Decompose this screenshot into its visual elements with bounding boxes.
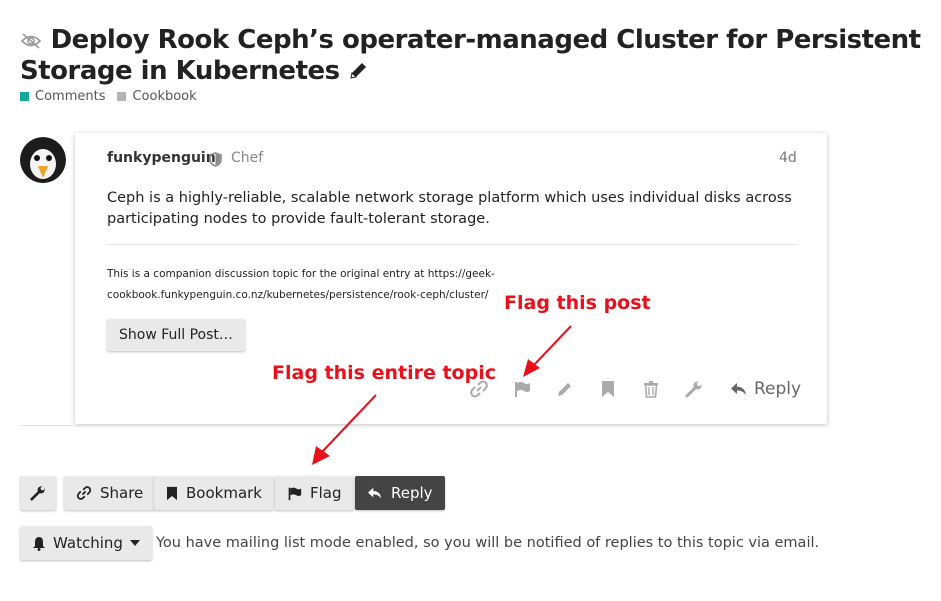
- share-button[interactable]: Share: [64, 476, 156, 510]
- bookmark-icon: [167, 486, 177, 500]
- notification-reason: You have mailing list mode enabled, so y…: [156, 535, 820, 551]
- annotation-arrows: [312, 325, 572, 465]
- caret-down-icon: [129, 540, 140, 546]
- link-icon: [76, 486, 92, 500]
- notification-level-dropdown[interactable]: Watching: [20, 526, 152, 560]
- admin-wrench-button[interactable]: [20, 476, 56, 510]
- arrow-to-topic-flag: [312, 394, 377, 465]
- wrench-icon: [30, 486, 45, 501]
- arrow-to-post-flag: [523, 325, 572, 377]
- bookmark-button[interactable]: Bookmark: [154, 476, 274, 510]
- flag-button[interactable]: Flag: [275, 476, 354, 510]
- reply-icon: [368, 487, 382, 499]
- bell-icon: [33, 536, 45, 551]
- reply-button[interactable]: Reply: [355, 476, 445, 510]
- flag-icon: [288, 487, 302, 500]
